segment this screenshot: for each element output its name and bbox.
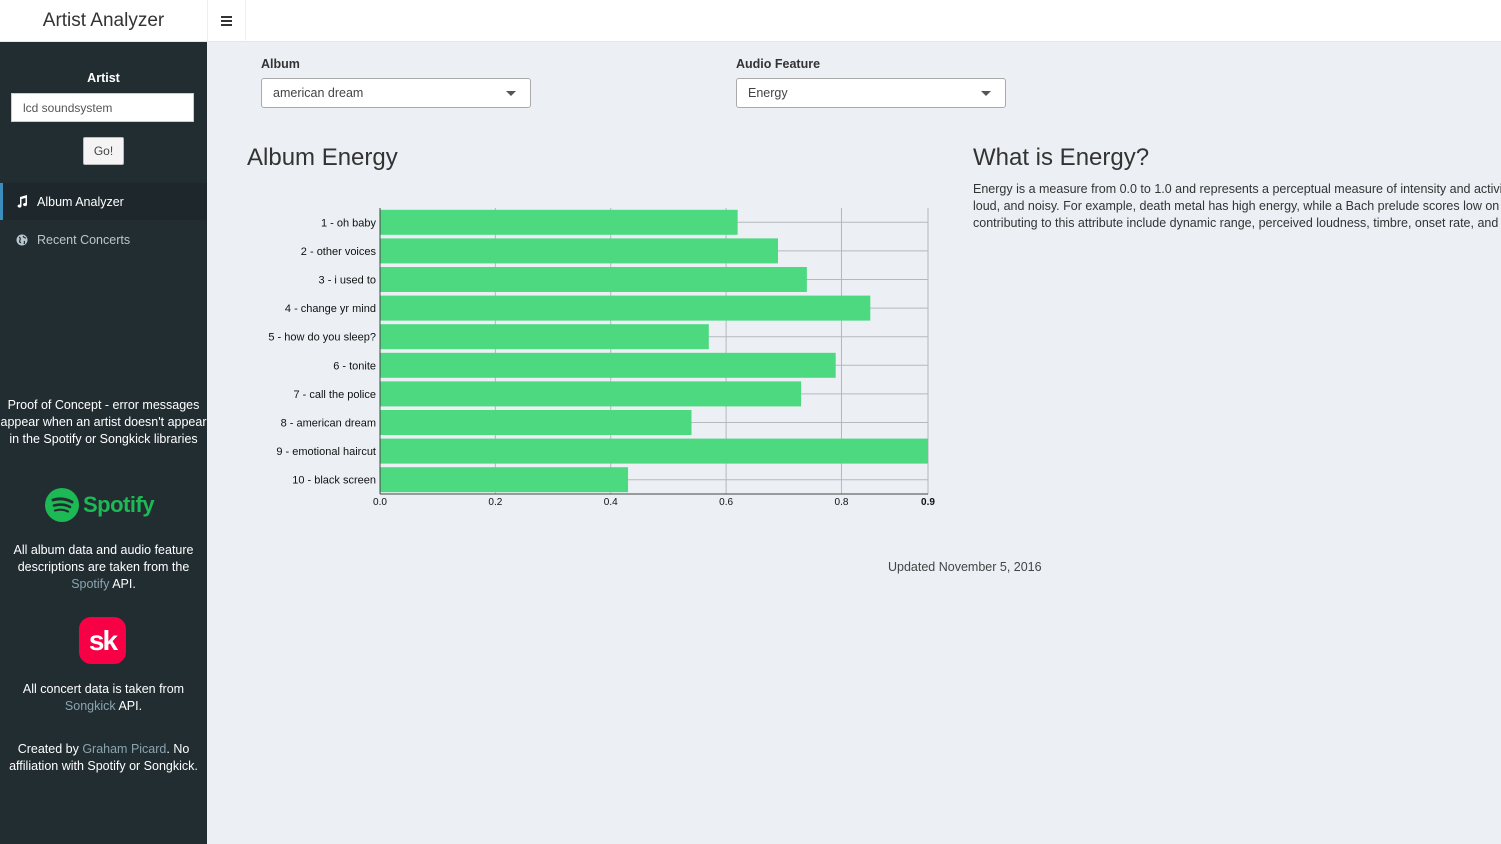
bar [380, 324, 709, 350]
author-link[interactable]: Graham Picard [82, 742, 166, 756]
spotify-link[interactable]: Spotify [71, 577, 109, 591]
bar [380, 410, 692, 435]
songkick-note-end: API. [115, 699, 143, 713]
spotify-icon [45, 488, 79, 522]
info-title: What is Energy? [973, 144, 1150, 171]
category-label: 3 - i used to [319, 275, 376, 287]
spotify-logo: Spotify [45, 488, 155, 522]
x-tick-label: 0.9 [921, 497, 935, 508]
description-line: contributing to this attribute include d… [973, 216, 1501, 230]
bar [380, 295, 871, 321]
category-label: 6 - tonite [333, 360, 376, 372]
category-label: 5 - how do you sleep? [268, 332, 376, 344]
bar [380, 209, 738, 235]
caret-down-icon [506, 91, 516, 96]
x-tick-label: 0.6 [719, 497, 733, 508]
bar [380, 352, 836, 378]
chart-title: Album Energy [247, 144, 398, 171]
description-line: loud, and noisy. For example, death meta… [973, 199, 1501, 213]
audio-feature-select[interactable]: Energy [736, 78, 1006, 108]
album-select-value: american dream [273, 86, 364, 100]
category-label: 4 - change yr mind [285, 303, 376, 315]
bar [380, 238, 779, 264]
category-label: 9 - emotional haircut [276, 446, 376, 458]
audio-feature-label: Audio Feature [736, 57, 821, 71]
proof-of-concept-note: Proof of Concept - error messages appear… [0, 398, 207, 446]
songkick-link[interactable]: Songkick [65, 699, 116, 713]
credit-note: Created by Graham Picard. No affiliation… [0, 741, 207, 775]
caret-down-icon [981, 91, 991, 96]
bar [380, 438, 928, 464]
hamburger-glyph [221, 16, 232, 26]
bar [380, 267, 807, 292]
sidebar-item-label: Album Analyzer [37, 194, 124, 209]
songkick-note-text: All concert data is taken from [22, 682, 185, 696]
spotify-note-text: All album data and audio feature descrip… [13, 543, 194, 574]
sidebar: Artist Go! Album Analyzer Recent Concert… [0, 42, 207, 844]
x-tick-label: 0.4 [604, 497, 618, 508]
globe-icon [16, 234, 37, 246]
songkick-attribution: All concert data is taken from Songkick … [0, 681, 207, 715]
sidebar-item-recent-concerts[interactable]: Recent Concerts [0, 221, 207, 258]
spotify-wordmark: Spotify [83, 492, 155, 517]
bar [380, 381, 802, 407]
updated-note: Updated November 5, 2016 [888, 560, 1042, 574]
category-label: 10 - black screen [292, 475, 376, 487]
x-tick-label: 0.0 [373, 497, 387, 508]
artist-label: Artist [87, 71, 120, 85]
artist-input[interactable] [11, 93, 194, 122]
songkick-logo: sk [79, 617, 126, 664]
x-tick-label: 0.2 [488, 497, 502, 508]
energy-bar-chart: 1 - oh baby 2 - other voices 3 - i used to… [268, 208, 935, 508]
spotify-attribution: All album data and audio feature descrip… [0, 542, 207, 593]
app-title[interactable]: Artist Analyzer [0, 0, 207, 42]
music-note-icon [16, 195, 37, 208]
top-header: Artist Analyzer [0, 0, 1501, 42]
audio-feature-select-value: Energy [748, 86, 788, 100]
description-line: Energy is a measure from 0.0 to 1.0 and … [973, 182, 1501, 196]
spotify-note-end: API. [109, 577, 136, 591]
album-select[interactable]: american dream [261, 78, 531, 108]
hamburger-icon[interactable] [207, 0, 246, 42]
credit-text: Created by [17, 742, 83, 756]
go-button[interactable]: Go! [83, 137, 124, 165]
category-label: 2 - other voices [301, 246, 377, 258]
sidebar-item-album-analyzer[interactable]: Album Analyzer [0, 183, 207, 220]
category-label: 1 - oh baby [321, 217, 377, 229]
feature-description: Energy is a measure from 0.0 to 1.0 and … [973, 181, 1501, 237]
album-label: Album [261, 57, 300, 71]
category-label: 8 - american dream [281, 418, 376, 430]
sidebar-item-label: Recent Concerts [37, 232, 131, 247]
bar [380, 467, 629, 493]
category-label: 7 - call the police [293, 389, 376, 401]
x-tick-label: 0.8 [835, 497, 849, 508]
